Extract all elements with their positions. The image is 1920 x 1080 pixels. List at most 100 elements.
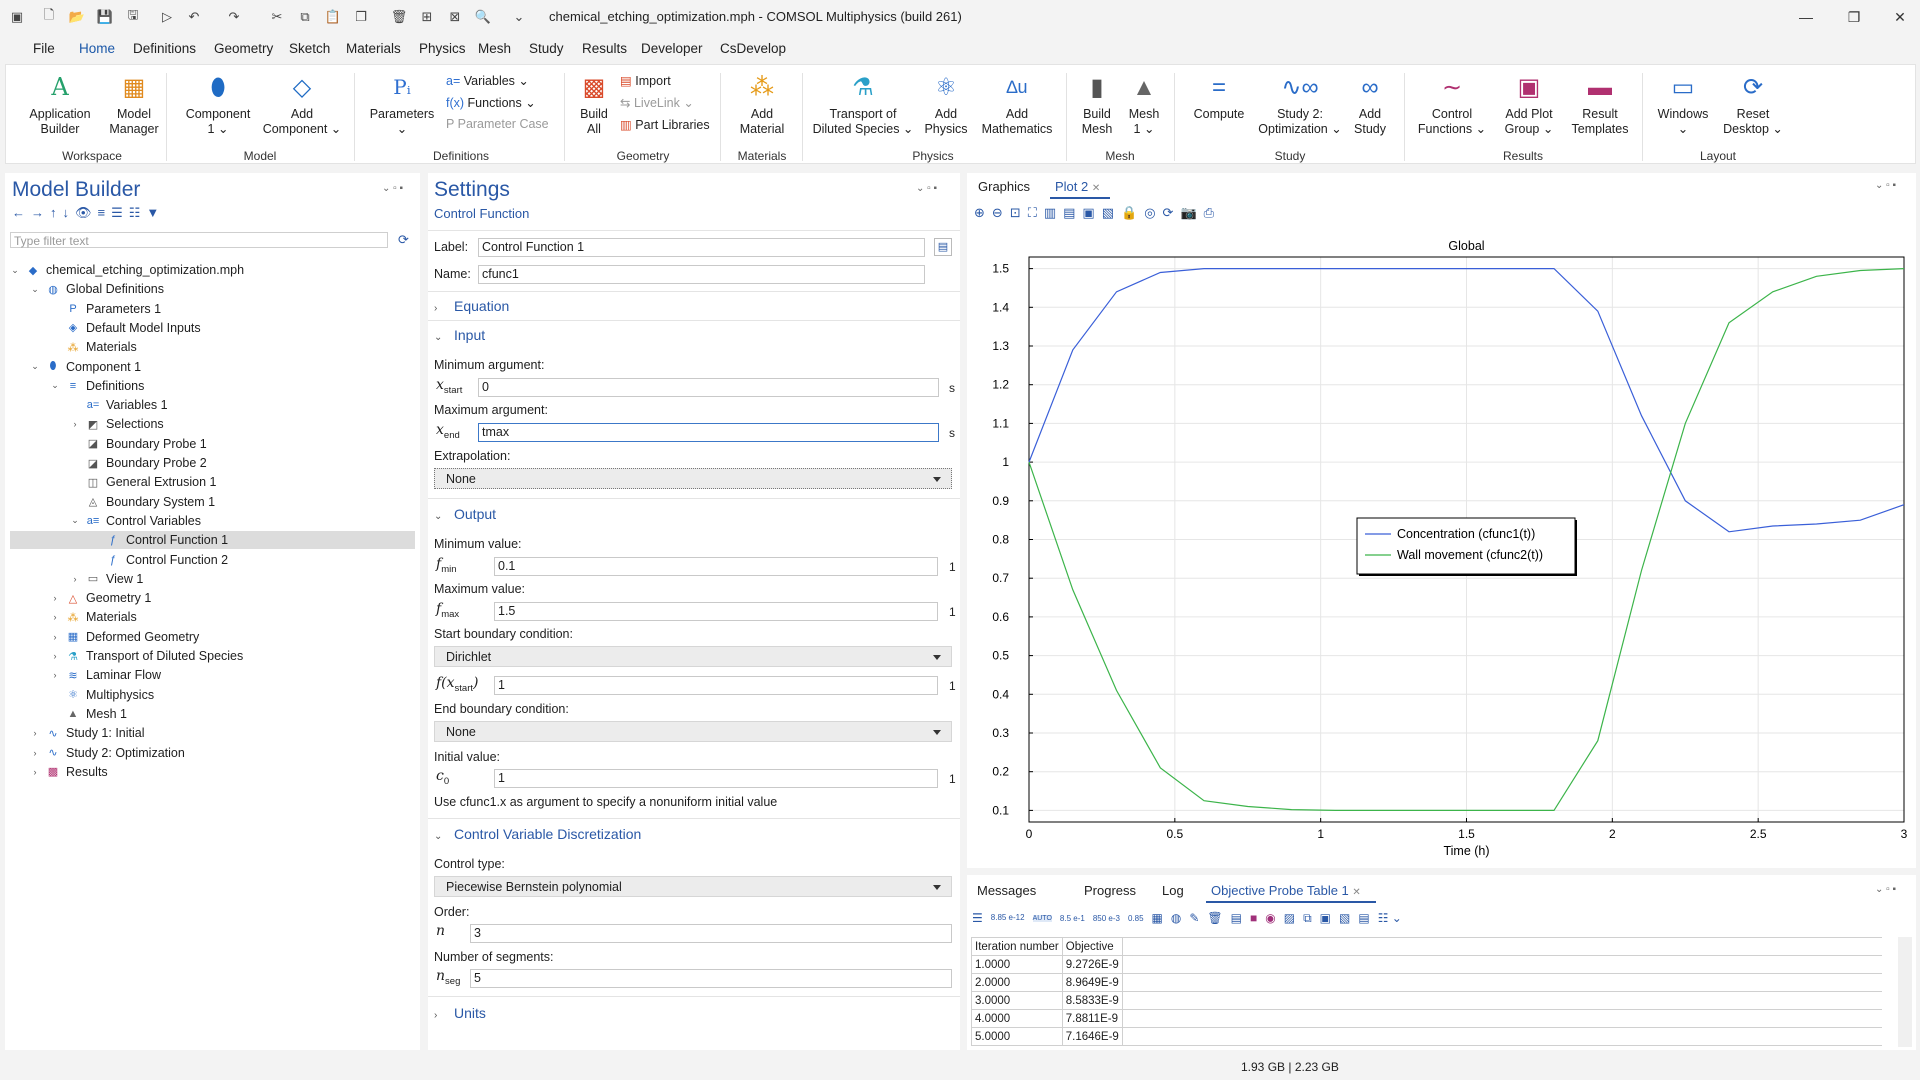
globe-table-icon[interactable]: ◍ [1171, 911, 1181, 925]
zoom-icon[interactable]: 🔍 [474, 8, 492, 26]
expand-icon[interactable]: ☰ [111, 205, 129, 220]
study2-optimization-button[interactable]: ∿∞ Study 2: Optimization ⌄ [1258, 71, 1342, 137]
collapse-icon[interactable]: ≡ [98, 205, 112, 220]
restore-icon[interactable]: ❐ [1834, 6, 1874, 28]
segments-input[interactable]: 5 [470, 969, 952, 988]
delete-table-icon[interactable]: 🗑 [1207, 911, 1222, 925]
tree-item[interactable]: ◪ Boundary Probe 1 [10, 435, 415, 453]
add-mathematics-button[interactable]: ∆u Add Mathematics [978, 71, 1056, 137]
table-list-icon[interactable]: ☰ [972, 911, 983, 925]
table-row[interactable]: 5.0000 7.1646E-9 [971, 1027, 1883, 1046]
run-icon[interactable]: ▷ [158, 8, 176, 26]
model-manager-button[interactable]: ▦ Model Manager [104, 71, 164, 137]
refresh-filter-icon[interactable]: ⟳ [398, 232, 409, 248]
tree-item[interactable]: ◫ General Extrusion 1 [10, 473, 415, 491]
end-bc-select[interactable]: None [434, 721, 952, 742]
copy-icon[interactable]: ⧉ [296, 8, 314, 26]
fmin-input[interactable]: 0.1 [494, 557, 938, 576]
table-row[interactable]: 2.0000 8.9649E-9 [971, 973, 1883, 992]
section-control-variable-discretization[interactable]: ⌄ Control Variable Discretization [434, 826, 641, 842]
compute-button[interactable]: = Compute [1184, 71, 1254, 122]
tree-item[interactable]: › ∿ Study 1: Initial [10, 724, 415, 742]
tree-item[interactable]: › ⚗ Transport of Diluted Species [10, 647, 415, 665]
control-type-select[interactable]: Piecewise Bernstein polynomial [434, 876, 952, 897]
chevron-right-icon[interactable]: › [30, 728, 40, 738]
histogram-icon[interactable]: ▨ [1284, 911, 1295, 925]
add-study-button[interactable]: ∞ Add Study [1344, 71, 1396, 137]
back-icon[interactable]: ← [12, 205, 31, 220]
format-auto-button[interactable]: AUTO [1032, 914, 1052, 922]
fmax-input[interactable]: 1.5 [494, 602, 938, 621]
duplicate-icon[interactable]: ❐ [352, 8, 370, 26]
tab-results[interactable]: Results [582, 41, 627, 56]
table-toolbar[interactable]: ☰ 8.85 e-12 AUTO 8.5 e-1 850 e-3 0.85 ▦ ◍… [972, 908, 1402, 928]
clear-mesh-icon[interactable]: ⊠ [446, 8, 464, 26]
camera-icon[interactable]: 📷 [1180, 205, 1203, 220]
table-row[interactable]: 4.0000 7.8811E-9 [971, 1009, 1883, 1028]
tab-csdevelop[interactable]: CsDevelop [720, 41, 786, 56]
table-options-icon[interactable]: ☷ ⌄ [1378, 911, 1402, 925]
zoom-in-icon[interactable]: ⊕ [974, 205, 992, 220]
result-templates-button[interactable]: ▬ Result Templates [1566, 71, 1634, 137]
move-up-icon[interactable]: ↑ [50, 205, 63, 220]
tree-item[interactable]: › △ Geometry 1 [10, 589, 415, 607]
format-decimal-button[interactable]: 0.85 [1128, 914, 1144, 923]
tree-item[interactable]: › ⁂ Materials [10, 608, 415, 626]
model-builder-toolbar[interactable]: ←→↑↓👁≡☰☷▼ [12, 205, 165, 221]
parameters-button[interactable]: Pᵢ Parameters ⌄ [366, 71, 438, 137]
save-icon[interactable]: 💾 [96, 8, 114, 26]
tree-item[interactable]: › ▭ View 1 [10, 570, 415, 588]
chevron-down-icon[interactable]: ⌄ [10, 265, 20, 276]
chevron-right-icon[interactable]: › [50, 670, 60, 680]
minimize-icon[interactable]: — [1786, 6, 1826, 28]
chevron-right-icon[interactable]: › [30, 748, 40, 758]
section-input[interactable]: ⌄ Input [434, 327, 485, 343]
delete-icon[interactable]: 🗑 [390, 8, 408, 26]
extrapolation-select[interactable]: None [434, 468, 952, 489]
chevron-down-icon[interactable]: ⌄ [50, 380, 60, 391]
label-options-icon[interactable]: ▤ [934, 238, 952, 256]
xstart-input[interactable]: 0 [478, 378, 939, 397]
tree-item[interactable]: ◬ Boundary System 1 [10, 493, 415, 511]
plot-options-icon[interactable]: ◎ [1144, 205, 1162, 220]
table-surface-icon[interactable]: ■ [1250, 911, 1257, 925]
chevron-right-icon[interactable]: › [50, 651, 60, 661]
tab-sketch[interactable]: Sketch [289, 41, 330, 56]
table-icon[interactable]: ▤ [1063, 205, 1082, 220]
open-file-icon[interactable]: 📂 [68, 8, 86, 26]
label-input[interactable]: Control Function 1 [478, 238, 925, 257]
tab-definitions[interactable]: Definitions [133, 41, 196, 56]
pin-icon[interactable]: ▼ [146, 205, 165, 220]
name-input[interactable]: cfunc1 [478, 265, 925, 284]
cut-icon[interactable]: ✂ [268, 8, 286, 26]
tree-options-icon[interactable]: ☷ [129, 205, 147, 220]
panel-menu-icon[interactable]: ⌄ ▫ ▪ [382, 183, 403, 194]
mesh1-button[interactable]: ▲ Mesh 1 ⌄ [1122, 71, 1166, 137]
table-row[interactable]: 3.0000 8.5833E-9 [971, 991, 1883, 1010]
table-scrollbar[interactable] [1898, 937, 1912, 1047]
chevron-down-icon[interactable]: ⌄ [30, 284, 40, 295]
legend-icon[interactable]: ▣ [1082, 205, 1101, 220]
close-tab-icon[interactable]: ✕ [1092, 183, 1100, 194]
axis-icon[interactable]: ▧ [1102, 205, 1121, 220]
paste-icon[interactable]: 📋 [324, 8, 342, 26]
tab-plot-2[interactable]: Plot 2 ✕ [1055, 179, 1100, 194]
c0-input[interactable]: 1 [494, 769, 938, 788]
forward-icon[interactable]: → [31, 205, 50, 220]
tab-geometry[interactable]: Geometry [214, 41, 273, 56]
close-tab-icon[interactable]: ✕ [1352, 887, 1360, 898]
chevron-right-icon[interactable]: › [70, 574, 80, 584]
format-scientific-button[interactable]: 8.5 e-1 [1060, 914, 1085, 923]
tree-item[interactable]: a= Variables 1 [10, 396, 415, 414]
tree-item[interactable]: ⌄ ◍ Global Definitions [10, 280, 415, 298]
table-settings-icon[interactable]: ▤ [1358, 911, 1369, 925]
add-plot-group-button[interactable]: ▣ Add Plot Group ⌄ [1494, 71, 1564, 137]
tree-item[interactable]: ▲ Mesh 1 [10, 705, 415, 723]
component-button[interactable]: ⬮ Component 1 ⌄ [178, 71, 258, 137]
tree-item[interactable]: ⌄ a≡ Control Variables [10, 512, 415, 530]
tree-item[interactable]: › ∿ Study 2: Optimization [10, 744, 415, 762]
chevron-right-icon[interactable]: › [50, 632, 60, 642]
save-as-icon[interactable]: 🖫 [124, 7, 142, 26]
compact-history-icon[interactable]: ⊞ [418, 8, 436, 26]
tab-study[interactable]: Study [529, 41, 564, 56]
